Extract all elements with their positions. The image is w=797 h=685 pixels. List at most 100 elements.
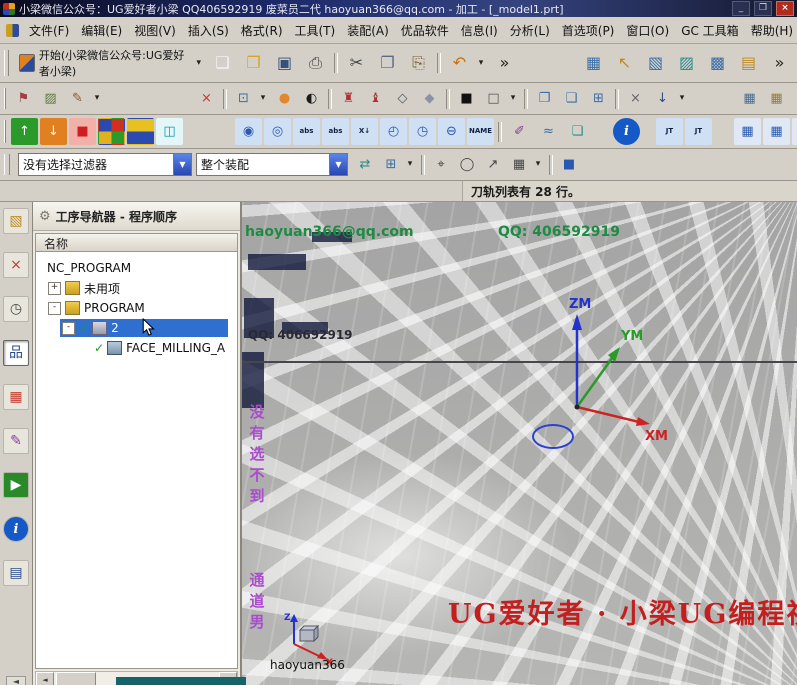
yellow-blue-square-icon[interactable] — [127, 118, 154, 145]
blue-ring-icon[interactable]: ◎ — [264, 118, 291, 145]
blue-target-icon[interactable]: ◉ — [235, 118, 262, 145]
red-goblet-icon-2[interactable]: ♝ — [363, 86, 388, 111]
restore-button[interactable]: ❐ — [754, 1, 772, 16]
copy-icon[interactable]: ❐ — [373, 49, 402, 78]
selection-filter-combo[interactable]: 没有选择过滤器 ▼ — [18, 153, 192, 176]
web-info-icon[interactable]: i — [3, 516, 29, 542]
display-monitor-icon[interactable]: ⊡ — [231, 86, 256, 111]
dot-grid-icon-2[interactable]: ▦ — [763, 118, 790, 145]
circle-minus-icon[interactable]: ⊖ — [438, 118, 465, 145]
graphics-viewport[interactable]: haoyuan366@qq.com QQ: 406592919 QQ: 4066… — [242, 202, 797, 685]
close-button[interactable]: × — [776, 1, 794, 16]
collapse-minus-icon[interactable]: - — [62, 322, 75, 335]
blue-stack-icon[interactable]: ▩ — [703, 49, 732, 78]
toolbar-grip[interactable] — [4, 120, 6, 143]
menu-item-assemblies[interactable]: 装配(A) — [341, 20, 395, 41]
undo-dropdown[interactable]: ▾ — [474, 49, 488, 78]
render-sphere-icon[interactable]: ● — [272, 86, 297, 111]
toolbar-grip[interactable] — [4, 50, 9, 77]
toolbar-grip[interactable] — [4, 154, 10, 176]
tree-row-program[interactable]: - PROGRAM — [36, 298, 237, 318]
machine-tool-view-icon[interactable]: ▦ — [3, 384, 29, 410]
print-icon[interactable]: ⎙ — [301, 49, 330, 78]
combo-arrow-icon[interactable]: ▼ — [173, 154, 191, 175]
sketch-pencil-icon[interactable]: ✎ — [65, 86, 90, 111]
grid-dropdown[interactable]: ▾ — [403, 153, 417, 177]
shaded-half-icon[interactable]: ◐ — [299, 86, 324, 111]
constraint-navigator-icon[interactable]: × — [3, 252, 29, 278]
paste-icon[interactable]: ⎘ — [404, 49, 433, 78]
history-clock-icon[interactable]: ◷ — [3, 296, 29, 322]
menu-item-view[interactable]: 视图(V) — [128, 20, 182, 41]
wireframe-cube-icon[interactable]: ◇ — [390, 86, 415, 111]
menu-item-help[interactable]: 帮助(H) — [745, 20, 797, 41]
black-square-icon[interactable]: ■ — [454, 86, 479, 111]
tree-row-unused-items[interactable]: + 未用项 — [36, 278, 237, 298]
display-dropdown[interactable]: ▾ — [256, 86, 270, 111]
column-header-name[interactable]: 名称 — [35, 233, 238, 252]
save-icon[interactable]: ▣ — [270, 49, 299, 78]
dot-grid-icon-1[interactable]: ▦ — [734, 118, 761, 145]
notes-icon[interactable]: ▤ — [3, 560, 29, 586]
overflow-chevron-icon-2[interactable]: » — [765, 49, 794, 78]
snap-arrow-icon[interactable]: ↗ — [481, 153, 505, 177]
menu-item-window[interactable]: 窗口(O) — [620, 20, 675, 41]
blue-sheet-icon[interactable]: ▧ — [641, 49, 670, 78]
menu-item-edit[interactable]: 编辑(E) — [75, 20, 128, 41]
cyan-cube-icon[interactable]: ◫ — [156, 118, 183, 145]
new-file-icon[interactable]: ❏ — [208, 49, 237, 78]
blue-table-icon[interactable]: ▦ — [579, 49, 608, 78]
menu-item-information[interactable]: 信息(I) — [455, 20, 504, 41]
blue-cube-icon[interactable]: ■ — [557, 153, 581, 177]
minimize-button[interactable]: _ — [732, 1, 750, 16]
sheet-grid-icon-1[interactable]: ▦ — [737, 86, 762, 111]
x-column-icon[interactable]: X↓ — [351, 118, 378, 145]
snap-dropdown[interactable]: ▾ — [531, 153, 545, 177]
wave-icon[interactable]: ≈ — [535, 118, 562, 145]
info-circle-icon[interactable]: i — [613, 118, 640, 145]
wcs-triad[interactable]: ZM YM XM — [557, 292, 727, 452]
menu-item-tools[interactable]: 工具(T) — [289, 20, 342, 41]
gold-grid-icon[interactable]: ▤ — [734, 49, 763, 78]
square-dropdown[interactable]: ▾ — [506, 86, 520, 111]
tree-row-nc-program[interactable]: NC_PROGRAM — [36, 258, 237, 278]
clock-quarter-icon-2[interactable]: ◷ — [409, 118, 436, 145]
menu-item-format[interactable]: 格式(R) — [235, 20, 289, 41]
teal-folder-icon[interactable]: ❏ — [564, 118, 591, 145]
sketch-dropdown[interactable]: ▾ — [90, 86, 104, 111]
clock-quarter-icon[interactable]: ◴ — [380, 118, 407, 145]
expand-plus-icon[interactable]: + — [48, 282, 61, 295]
purple-pencil-icon[interactable]: ✐ — [506, 118, 533, 145]
red-square-icon[interactable]: ■ — [69, 118, 96, 145]
scrollbar-thumb[interactable] — [56, 672, 96, 685]
solid-cube-icon[interactable]: ◆ — [417, 86, 442, 111]
sheet-grid-icon-2[interactable]: ▦ — [764, 86, 789, 111]
red-goblet-icon[interactable]: ♜ — [336, 86, 361, 111]
collapse-minus-icon[interactable]: - — [48, 302, 61, 315]
window-new-icon[interactable]: ⊞ — [586, 86, 611, 111]
green-up-arrow-icon[interactable]: ↑ — [11, 118, 38, 145]
menu-item-youpin-software[interactable]: 优品软件 — [395, 20, 455, 41]
selection-scope-combo[interactable]: 整个装配 ▼ — [196, 153, 348, 176]
orange-down-arrow-icon[interactable]: ↓ — [40, 118, 67, 145]
gray-x-icon[interactable]: × — [623, 86, 648, 111]
teal-frame-icon[interactable]: ▨ — [672, 49, 701, 78]
tree-row-face-milling[interactable]: ✓ FACE_MILLING_A — [36, 338, 237, 358]
window-titlebar[interactable]: 小梁微信公众号：UG爱好者小梁 QQ406592919 废菜员二代 haoyua… — [0, 0, 797, 17]
toolbar-grip[interactable] — [4, 88, 6, 110]
combo-arrow-icon[interactable]: ▼ — [329, 154, 347, 175]
window-tile-icon[interactable]: ❏ — [559, 86, 584, 111]
grid-plus-icon[interactable]: ⊞ — [379, 153, 403, 177]
snap-grid-icon[interactable]: ▦ — [507, 153, 531, 177]
menu-item-file[interactable]: 文件(F) — [23, 20, 75, 41]
stamp-icon[interactable]: ⚑ — [11, 86, 36, 111]
cut-scissors-icon[interactable]: ✂ — [342, 49, 371, 78]
arrow-dropdown[interactable]: ▾ — [675, 86, 689, 111]
jt-label-icon-2[interactable]: JT — [685, 118, 712, 145]
reselect-sync-icon[interactable]: ⇄ — [353, 153, 377, 177]
menu-item-analysis[interactable]: 分析(L) — [504, 20, 556, 41]
overflow-chevron-icon[interactable]: » — [490, 49, 519, 78]
dot-grid-icon-3[interactable]: ▦ — [792, 118, 797, 145]
menu-item-insert[interactable]: 插入(S) — [182, 20, 235, 41]
assembly-navigator-icon[interactable]: ▧ — [3, 208, 29, 234]
